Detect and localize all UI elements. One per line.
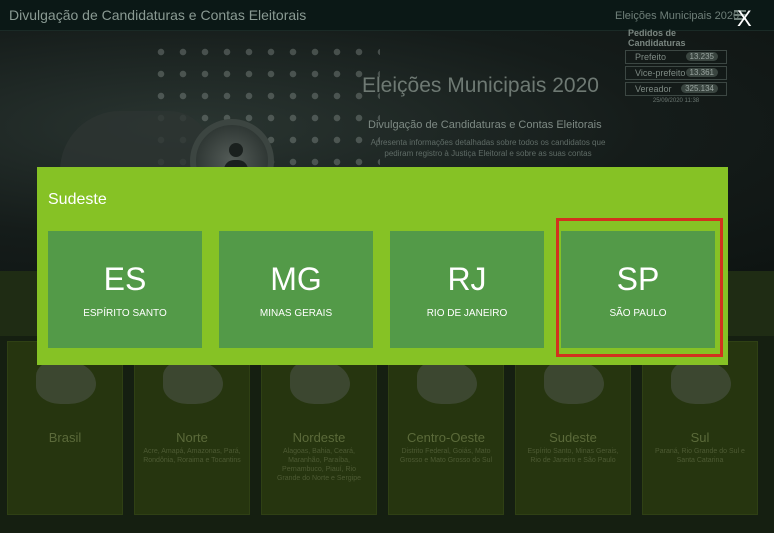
app-title[interactable]: Divulgação de Candidaturas e Contas Elei… (9, 7, 306, 23)
region-modal: Sudeste ES ESPÍRITO SANTO MG MINAS GERAI… (37, 167, 728, 365)
state-name: ESPÍRITO SANTO (83, 308, 167, 319)
region-card-brasil[interactable]: Brasil (7, 341, 123, 515)
map-icon (544, 360, 604, 404)
stats-label: Vereador (635, 84, 672, 94)
region-states: Distrito Federal, Goiás, Mato Grosso e M… (399, 448, 493, 464)
region-name: Sul (690, 430, 710, 445)
modal-title: Sudeste (48, 191, 107, 208)
region-states: Espírito Santo, Minas Gerais, Rio de Jan… (527, 448, 619, 464)
state-name: RIO DE JANEIRO (426, 308, 508, 319)
stats-row: Vereador 325.134 (625, 82, 727, 96)
region-name: Nordeste (292, 430, 346, 445)
map-icon (671, 360, 731, 404)
stats-value: 13.361 (685, 68, 718, 77)
candidacy-stats: Pedidos de Candidaturas Prefeito 13.235 … (625, 28, 727, 104)
region-card-nordeste[interactable]: Nordeste Alagoas, Bahia, Ceará, Maranhão… (261, 341, 377, 515)
region-card-sudeste[interactable]: Sudeste Espírito Santo, Minas Gerais, Ri… (515, 341, 631, 515)
stats-value: 325.134 (681, 84, 718, 93)
stats-label: Prefeito (635, 52, 667, 62)
hero-title: Eleições Municipais 2020 (362, 74, 599, 97)
region-name: Centro-Oeste (406, 430, 486, 445)
region-states: Alagoas, Bahia, Ceará, Maranhão, Paraíba… (276, 448, 362, 482)
region-name: Sudeste (549, 430, 597, 445)
hero-subtitle: Divulgação de Candidaturas e Contas Elei… (368, 119, 602, 131)
stats-row: Prefeito 13.235 (625, 50, 727, 64)
state-tile-es[interactable]: ES ESPÍRITO SANTO (48, 231, 202, 348)
state-abbr: MG (270, 261, 322, 297)
region-states: Paraná, Rio Grande do Sul e Santa Catari… (655, 448, 745, 464)
map-icon (290, 360, 350, 404)
top-bar: Divulgação de Candidaturas e Contas Elei… (0, 0, 774, 31)
hero-description: Apresenta informações detalhadas sobre t… (370, 138, 606, 158)
map-icon (163, 360, 223, 404)
stats-updated: 25/09/2020 11:38 (652, 98, 700, 104)
map-icon (36, 360, 96, 404)
state-abbr: RJ (447, 261, 487, 297)
stats-title: Pedidos de Candidaturas (628, 28, 686, 48)
close-button[interactable]: X (737, 6, 752, 32)
election-title-link[interactable]: Eleições Municipais 2020 (615, 10, 739, 22)
stats-value: 13.235 (685, 52, 718, 61)
map-icon (417, 360, 477, 404)
region-card-centro-oeste[interactable]: Centro-Oeste Distrito Federal, Goiás, Ma… (388, 341, 504, 515)
region-name: Norte (176, 430, 208, 445)
state-abbr: ES (103, 261, 147, 297)
stats-row: Vice-prefeito 13.361 (625, 66, 727, 80)
state-tile-mg[interactable]: MG MINAS GERAIS (219, 231, 373, 348)
highlight-box (556, 218, 723, 357)
region-card-sul[interactable]: Sul Paraná, Rio Grande do Sul e Santa Ca… (642, 341, 758, 515)
region-states: Acre, Amapá, Amazonas, Pará, Rondônia, R… (143, 448, 241, 464)
state-tile-rj[interactable]: RJ RIO DE JANEIRO (390, 231, 544, 348)
state-name: MINAS GERAIS (259, 308, 333, 319)
region-name: Brasil (48, 430, 82, 445)
stats-label: Vice-prefeito (635, 68, 686, 78)
region-card-norte[interactable]: Norte Acre, Amapá, Amazonas, Pará, Rondô… (134, 341, 250, 515)
